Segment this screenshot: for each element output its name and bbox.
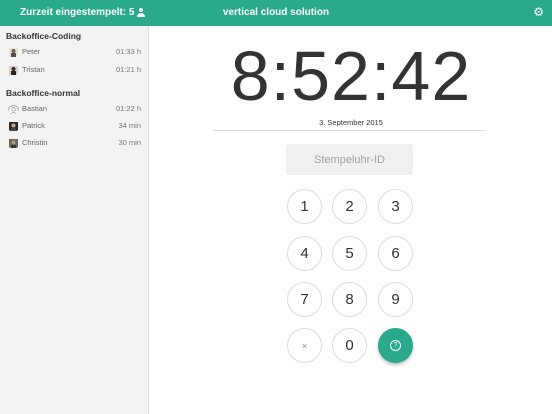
app-title: vertical cloud solution — [222, 7, 330, 18]
key-2[interactable]: 2 — [332, 189, 367, 224]
group-title: Backoffice-Coding — [6, 31, 82, 41]
employee-row[interactable]: Peter 01:33 h — [0, 44, 149, 60]
key-7[interactable]: 7 — [287, 282, 322, 317]
key-1[interactable]: 1 — [287, 189, 322, 224]
avatar — [9, 120, 18, 131]
key-6[interactable]: 6 — [378, 236, 413, 271]
key-9[interactable]: 9 — [378, 282, 413, 317]
group-title: Backoffice-normal — [6, 88, 81, 98]
key-0[interactable]: 0 — [332, 328, 367, 363]
gear-icon[interactable]: ⚙ — [533, 5, 544, 19]
key-5[interactable]: 5 — [332, 236, 367, 271]
employee-name: Bastian — [22, 104, 48, 113]
employee-time: 34 min — [118, 121, 141, 130]
submit-button[interactable]: ? — [378, 328, 413, 363]
top-bar: Zurzeit eingestempelt: 5 vertical cloud … — [0, 0, 552, 26]
sidebar: Backoffice-Coding Peter 01:33 h Tristan … — [0, 26, 149, 414]
employee-row[interactable]: Bastian 01:22 h — [0, 101, 149, 117]
employee-time: 30 min — [118, 138, 141, 147]
help-circle-icon: ? — [390, 340, 401, 351]
employee-name: Peter — [22, 47, 40, 56]
employee-time: 01:21 h — [115, 65, 141, 74]
avatar — [9, 46, 18, 57]
clock-display: 8:52:42 — [230, 37, 472, 115]
employee-time: 01:22 h — [115, 104, 141, 113]
avatar-placeholder-icon — [8, 103, 19, 114]
employee-row[interactable]: Patrick 34 min — [0, 118, 149, 134]
avatar — [9, 64, 18, 75]
employee-row[interactable]: Christin 30 min — [0, 135, 149, 151]
employee-row[interactable]: Tristan 01:21 h — [0, 62, 149, 78]
divider — [213, 130, 486, 131]
date-display: 3. September 2015 — [319, 118, 383, 127]
avatar — [9, 137, 18, 148]
employee-name: Christin — [22, 138, 48, 147]
key-4[interactable]: 4 — [287, 236, 322, 271]
stempeluhr-id-input[interactable] — [286, 144, 413, 175]
main-panel: 8:52:42 3. September 2015 1 2 3 4 5 6 7 … — [150, 26, 552, 414]
key-8[interactable]: 8 — [332, 282, 367, 317]
employee-name: Patrick — [22, 121, 45, 130]
employee-time: 01:33 h — [115, 47, 141, 56]
employee-name: Tristan — [22, 65, 45, 74]
clear-button[interactable]: × — [287, 328, 322, 363]
key-3[interactable]: 3 — [378, 189, 413, 224]
